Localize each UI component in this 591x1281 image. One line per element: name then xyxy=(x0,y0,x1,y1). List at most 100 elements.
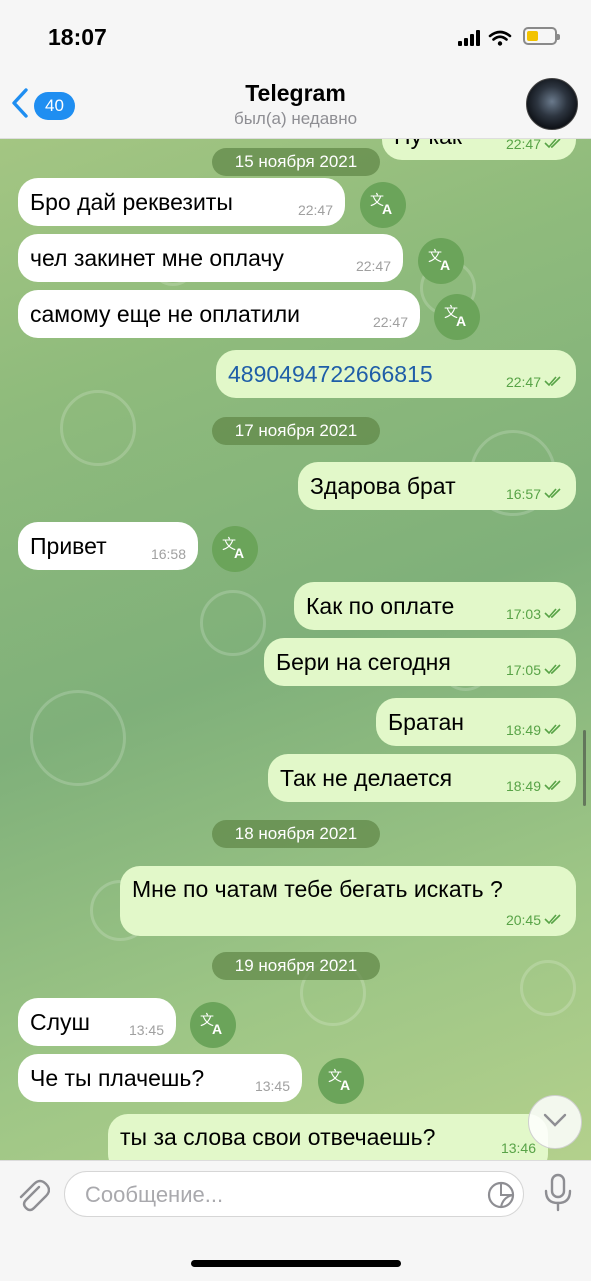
message-text: Здарова брат xyxy=(310,472,456,499)
message-bubble-outgoing[interactable]: 4890494722666815 22:47 xyxy=(216,350,576,398)
double-check-icon xyxy=(544,662,564,678)
translate-button[interactable]: 文A xyxy=(360,182,406,228)
message-meta: 13:45 xyxy=(129,1022,164,1038)
translate-button[interactable]: 文A xyxy=(212,526,258,572)
message-meta: 22:47 xyxy=(356,258,391,274)
message-time: 18:49 xyxy=(505,778,541,794)
message-time: 18:49 xyxy=(505,722,541,738)
message-bubble-outgoing[interactable]: Здарова брат 16:57 xyxy=(298,462,576,510)
message-time: 13:45 xyxy=(128,1022,164,1038)
message-text: Бери на сегодня xyxy=(276,648,451,675)
message-time: 13:46 xyxy=(500,1140,536,1156)
message-text: чел закинет мне оплачу xyxy=(30,244,284,271)
date-text: 17 ноября 2021 xyxy=(234,421,358,440)
translate-button[interactable]: 文A xyxy=(318,1058,364,1104)
message-time: 22:47 xyxy=(372,314,408,330)
chat-title[interactable]: Telegram xyxy=(0,80,591,107)
date-separator: 17 ноября 2021 xyxy=(212,417,380,445)
svg-text:A: A xyxy=(234,545,244,560)
scroll-down-button[interactable] xyxy=(528,1095,582,1149)
message-meta: 22:47 xyxy=(298,202,333,218)
sticker-icon[interactable] xyxy=(487,1181,515,1214)
double-check-icon xyxy=(544,778,564,794)
status-time: 18:07 xyxy=(48,24,107,50)
message-time: 22:47 xyxy=(297,202,333,218)
message-bubble-outgoing[interactable]: Так не делается 18:49 xyxy=(268,754,576,802)
message-meta: 20:45 xyxy=(506,912,564,928)
scroll-indicator[interactable] xyxy=(583,730,586,806)
message-bubble-incoming[interactable]: Че ты плачешь? 13:45 xyxy=(18,1054,302,1102)
svg-text:A: A xyxy=(212,1021,222,1036)
card-number-link[interactable]: 4890494722666815 xyxy=(228,361,433,388)
double-check-icon xyxy=(544,374,564,390)
translate-button[interactable]: 文A xyxy=(190,1002,236,1048)
message-bubble-outgoing[interactable]: ты за слова свои отвечаешь? 13:46 xyxy=(108,1114,548,1160)
chevron-down-icon xyxy=(543,1113,567,1132)
paperclip-icon[interactable] xyxy=(14,1175,51,1220)
svg-text:A: A xyxy=(340,1077,350,1092)
translate-icon: 文A xyxy=(427,246,455,277)
double-check-icon xyxy=(544,912,564,928)
svg-text:A: A xyxy=(456,313,466,328)
svg-text:A: A xyxy=(382,201,392,216)
message-input[interactable] xyxy=(83,1172,467,1218)
message-bubble-incoming[interactable]: самому еще не оплатили 22:47 xyxy=(18,290,420,338)
message-bubble-outgoing[interactable]: Мне по чатам тебе бегать искать ? 20:45 xyxy=(120,866,576,936)
message-text: Че ты плачешь? xyxy=(30,1064,205,1091)
translate-icon: 文A xyxy=(443,302,471,333)
battery-icon xyxy=(523,27,560,45)
date-text: 19 ноября 2021 xyxy=(234,956,358,975)
message-text: Мне по чатам тебе бегать искать ? xyxy=(132,876,503,902)
message-time: 20:45 xyxy=(505,912,541,928)
double-check-icon xyxy=(544,606,564,622)
message-bubble-outgoing[interactable]: Как по оплате 17:03 xyxy=(294,582,576,630)
message-meta: 22:47 xyxy=(506,374,564,390)
message-text: Бро дай реквезиты xyxy=(30,188,233,215)
translate-icon: 文A xyxy=(369,190,397,221)
message-bubble-incoming[interactable]: Привет 16:58 xyxy=(18,522,198,570)
translate-icon: 文A xyxy=(199,1010,227,1041)
message-time: 17:03 xyxy=(505,606,541,622)
translate-icon: 文A xyxy=(221,534,249,565)
message-time: 16:57 xyxy=(505,486,541,502)
translate-icon: 文A xyxy=(327,1066,355,1097)
message-bubble-incoming[interactable]: Бро дай реквезиты 22:47 xyxy=(18,178,345,226)
message-time: 13:45 xyxy=(254,1078,290,1094)
message-time: 17:05 xyxy=(505,662,541,678)
microphone-icon[interactable] xyxy=(543,1173,573,1218)
message-meta: 22:47 xyxy=(373,314,408,330)
date-text: 18 ноября 2021 xyxy=(234,824,358,843)
message-text: самому еще не оплатили xyxy=(30,300,300,327)
translate-button[interactable]: 文A xyxy=(434,294,480,340)
message-bubble-outgoing[interactable]: Братан 18:49 xyxy=(376,698,576,746)
message-text: Слуш xyxy=(30,1008,90,1035)
date-text: 15 ноября 2021 xyxy=(234,152,358,171)
translate-button[interactable]: 文A xyxy=(418,238,464,284)
message-meta: 13:45 xyxy=(255,1078,290,1094)
message-meta: 16:57 xyxy=(506,486,564,502)
chat-header: 40 Telegram был(а) недавно xyxy=(0,75,591,139)
message-meta: 16:58 xyxy=(151,546,186,562)
message-field[interactable] xyxy=(64,1171,524,1218)
message-time: 22:47 xyxy=(355,258,391,274)
message-bubble-outgoing[interactable]: Бери на сегодня 17:05 xyxy=(264,638,576,686)
message-text: Так не делается xyxy=(280,764,453,791)
date-separator: 18 ноября 2021 xyxy=(212,820,380,848)
message-bubble-incoming[interactable]: Слуш 13:45 xyxy=(18,998,176,1046)
avatar[interactable] xyxy=(526,78,578,130)
svg-text:A: A xyxy=(440,257,450,272)
message-text: Привет xyxy=(30,532,107,559)
message-bubble-incoming[interactable]: чел закинет мне оплачу 22:47 xyxy=(18,234,403,282)
home-indicator xyxy=(191,1260,401,1267)
message-meta: 17:03 xyxy=(506,606,564,622)
message-meta: 18:49 xyxy=(506,722,564,738)
chat-status: был(а) недавно xyxy=(233,109,358,128)
date-separator: 15 ноября 2021 xyxy=(212,148,380,176)
double-check-icon xyxy=(544,486,564,502)
message-text: Братан xyxy=(388,708,464,735)
message-text: ты за слова свои отвечаешь? xyxy=(120,1124,436,1150)
signal-icon xyxy=(458,30,518,51)
message-meta: 17:05 xyxy=(506,662,564,678)
status-bar: 18:07 xyxy=(0,0,591,75)
message-meta: 18:49 xyxy=(506,778,564,794)
